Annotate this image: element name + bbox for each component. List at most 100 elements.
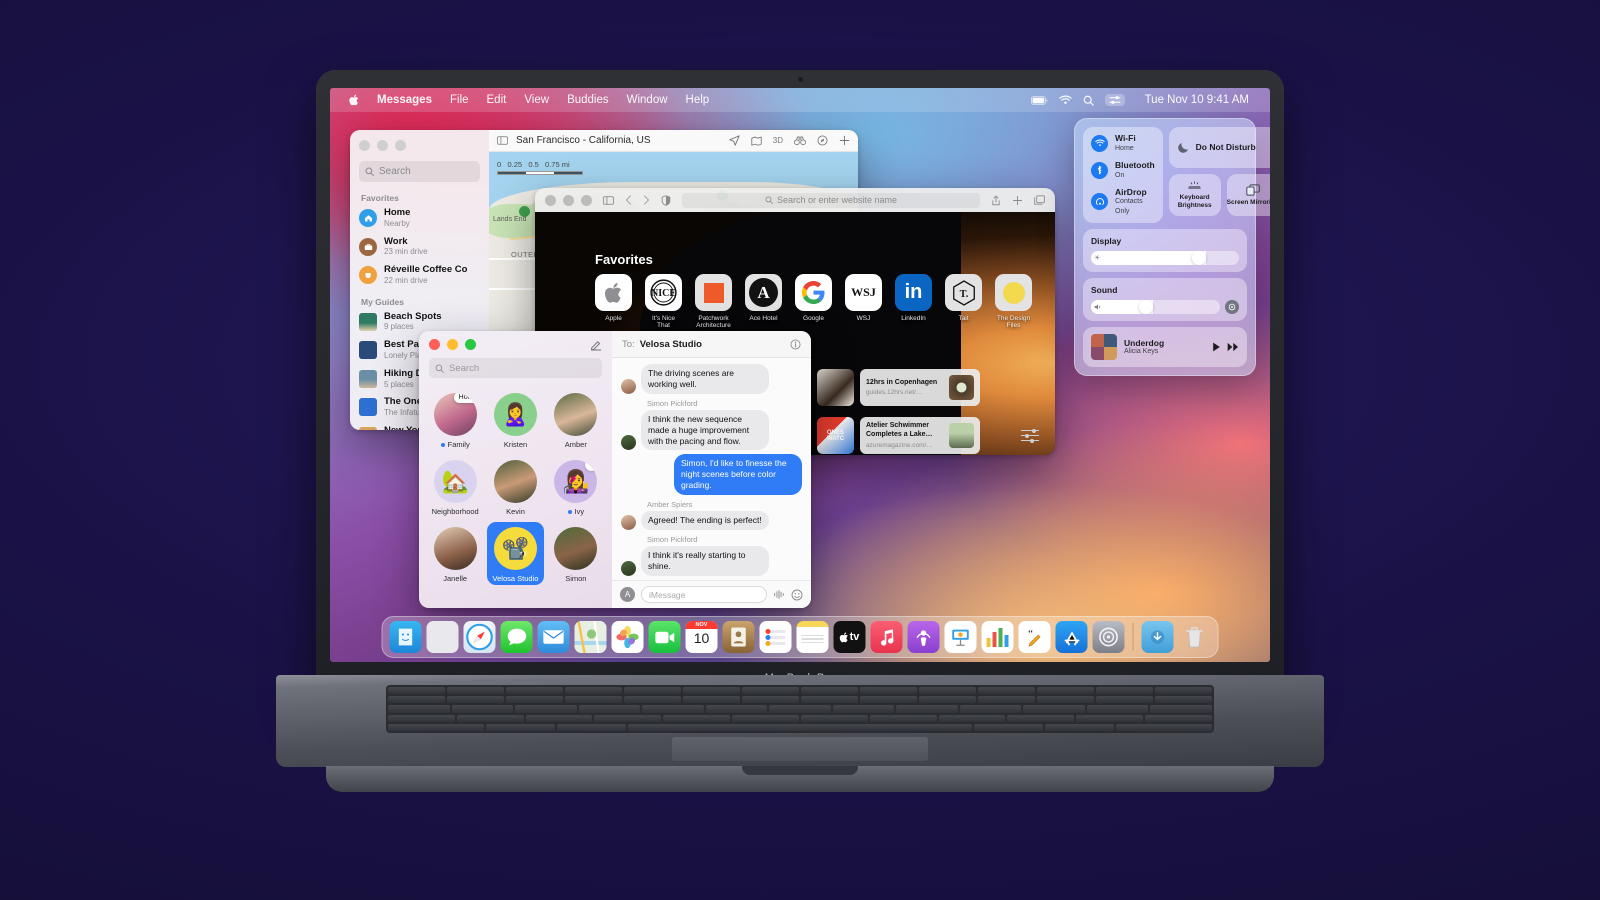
privacy-report-icon[interactable] bbox=[661, 194, 671, 206]
close-button[interactable] bbox=[429, 339, 440, 350]
sound-volume-slider[interactable] bbox=[1091, 299, 1220, 314]
message-bubble[interactable]: I think it's really starting to shine. bbox=[641, 545, 769, 576]
add-icon[interactable] bbox=[839, 135, 850, 146]
sound-slider-knob[interactable] bbox=[1138, 299, 1153, 314]
chevron-left-icon[interactable] bbox=[625, 195, 632, 205]
screen-mirroring-button[interactable]: Screen Mirroring bbox=[1226, 174, 1270, 216]
contact-kevin[interactable]: Kevin bbox=[487, 455, 543, 518]
dock-item-photos[interactable] bbox=[611, 621, 644, 653]
minimize-button[interactable] bbox=[447, 339, 458, 350]
message-bubble[interactable]: The driving scenes are working well. bbox=[641, 364, 769, 394]
sliders-icon[interactable] bbox=[1021, 428, 1039, 443]
menu-buddies[interactable]: Buddies bbox=[558, 94, 618, 106]
favorite-linkedin[interactable]: in LinkedIn bbox=[895, 274, 932, 330]
dock-item-podcasts[interactable] bbox=[907, 621, 940, 653]
dock-item-music[interactable] bbox=[870, 621, 903, 653]
dock-item-appstore[interactable] bbox=[1055, 621, 1088, 653]
dock-item-pages[interactable]: “ bbox=[1018, 621, 1051, 653]
menu-file[interactable]: File bbox=[441, 94, 478, 106]
conversation-header[interactable]: To: Velosa Studio bbox=[612, 331, 811, 358]
menu-messages[interactable]: Messages bbox=[368, 94, 441, 106]
message-input-bar[interactable]: A iMessage bbox=[612, 580, 811, 608]
contact-ivy[interactable]: 👩‍🎤 ♥ Ivy bbox=[548, 455, 604, 518]
now-playing-card[interactable]: Underdog Alicia Keys bbox=[1083, 326, 1247, 367]
play-icon[interactable] bbox=[1212, 342, 1221, 352]
message-bubble[interactable]: I think the new sequence made a huge imp… bbox=[641, 409, 769, 451]
sidebar-toggle-icon[interactable] bbox=[497, 136, 508, 145]
battery-icon[interactable] bbox=[1030, 95, 1048, 105]
zoom-button[interactable] bbox=[395, 140, 406, 151]
audio-waveform-icon[interactable] bbox=[773, 589, 785, 600]
map-mode-icon[interactable] bbox=[751, 136, 762, 146]
favorite-tait[interactable]: T. Tait bbox=[945, 274, 982, 330]
plus-icon[interactable] bbox=[1012, 195, 1023, 206]
dock-item-facetime[interactable] bbox=[648, 621, 681, 653]
dock-item-trash[interactable] bbox=[1179, 621, 1211, 653]
maps-search-input[interactable]: Search bbox=[359, 161, 480, 182]
messages-conversation[interactable]: To: Velosa Studio The driving scenes are… bbox=[612, 331, 811, 608]
show-tabs-icon[interactable] bbox=[1034, 195, 1045, 205]
imessage-input[interactable]: iMessage bbox=[641, 586, 767, 603]
app-store-icon[interactable]: A bbox=[620, 587, 635, 602]
dock-item-reminders[interactable] bbox=[759, 621, 792, 653]
zoom-button[interactable] bbox=[581, 194, 592, 206]
menu-window[interactable]: Window bbox=[618, 94, 677, 106]
do-not-disturb-toggle[interactable]: Do Not Disturb bbox=[1168, 127, 1270, 168]
dock-item-appletv[interactable]: tv bbox=[833, 621, 866, 653]
3d-icon[interactable]: 3D bbox=[773, 136, 783, 145]
message-row[interactable]: Agreed! The ending is perfect! bbox=[621, 511, 802, 530]
wifi-icon[interactable] bbox=[1058, 95, 1072, 105]
messages-sidebar[interactable]: Search Home! Family 🙎‍♀️ Kr bbox=[419, 331, 612, 608]
dock-item-maps[interactable] bbox=[574, 621, 607, 653]
conversation-recipient[interactable]: Velosa Studio bbox=[640, 339, 702, 350]
safari-address-bar[interactable]: Search or enter website name bbox=[682, 192, 980, 208]
map-pin-lands-end[interactable] bbox=[519, 206, 530, 217]
reading-list-card[interactable]: 12hrs in Copenhagen guides.12hrs.net/… bbox=[860, 369, 980, 406]
menubar-clock[interactable]: Tue Nov 10 9:41 AM bbox=[1136, 94, 1258, 106]
sidebar-toggle-icon[interactable] bbox=[603, 195, 614, 205]
maps-toolbar[interactable]: San Francisco - California, US 3D bbox=[489, 130, 858, 152]
emoji-icon[interactable] bbox=[791, 589, 803, 601]
contact-janelle[interactable]: Janelle bbox=[427, 522, 483, 585]
messages-sidebar-header[interactable] bbox=[419, 331, 612, 358]
fast-forward-icon[interactable] bbox=[1227, 342, 1239, 352]
dock-item-launchpad[interactable] bbox=[426, 621, 459, 653]
menu-bar[interactable]: Messages File Edit View Buddies Window H… bbox=[330, 88, 1270, 112]
contact-amber[interactable]: Amber bbox=[548, 388, 604, 451]
dock-item-downloads[interactable] bbox=[1141, 621, 1174, 653]
dock-item-system-preferences[interactable] bbox=[1092, 621, 1125, 653]
safari-traffic-lights[interactable] bbox=[545, 194, 592, 206]
maps-guide-beach-spots[interactable]: Beach Spots 9 places bbox=[359, 312, 480, 333]
dock-item-numbers[interactable] bbox=[981, 621, 1014, 653]
zoom-button[interactable] bbox=[465, 339, 476, 350]
dock-item-messages[interactable] bbox=[500, 621, 533, 653]
contact-simon[interactable]: Simon bbox=[548, 522, 604, 585]
close-button[interactable] bbox=[359, 140, 370, 151]
dock-item-finder[interactable] bbox=[389, 621, 422, 653]
sound-card[interactable]: Sound bbox=[1083, 277, 1247, 321]
menu-edit[interactable]: Edit bbox=[478, 94, 516, 106]
favorite-google[interactable]: Google bbox=[795, 274, 832, 330]
maps-favorite-home[interactable]: Home Nearby bbox=[359, 208, 480, 229]
messages-search-input[interactable]: Search bbox=[429, 358, 602, 378]
apple-icon[interactable] bbox=[340, 94, 368, 106]
contact-neighborhood[interactable]: 🏡 Neighborhood bbox=[427, 455, 483, 518]
favorite-wsj[interactable]: WSJ WSJ bbox=[845, 274, 882, 330]
maps-favorite-coffee[interactable]: Réveille Coffee Co 22 min drive bbox=[359, 265, 480, 286]
minimize-button[interactable] bbox=[563, 194, 574, 206]
message-row[interactable]: Simon, I'd like to finesse the night sce… bbox=[621, 454, 802, 495]
contact-kristen[interactable]: 🙎‍♀️ Kristen bbox=[487, 388, 543, 451]
favorites-grid[interactable]: Apple NICE It's Nice That Patchwork Arch… bbox=[595, 274, 1032, 330]
wifi-toggle[interactable]: Wi-Fi Home bbox=[1091, 133, 1155, 153]
message-row[interactable]: The driving scenes are working well. bbox=[621, 364, 802, 394]
close-button[interactable] bbox=[545, 194, 556, 206]
favorite-apple[interactable]: Apple bbox=[595, 274, 632, 330]
binoculars-icon[interactable] bbox=[794, 136, 806, 146]
maps-traffic-lights[interactable] bbox=[359, 140, 480, 151]
connectivity-card[interactable]: Wi-Fi Home Bluetooth On AirDrop Contacts… bbox=[1083, 127, 1163, 223]
message-thread[interactable]: The driving scenes are working well. Sim… bbox=[612, 358, 811, 580]
reading-list-item-atelier[interactable]: ONES WATC Atelier Schwimmer Completes a L… bbox=[817, 417, 980, 454]
control-center-panel[interactable]: Wi-Fi Home Bluetooth On AirDrop Contacts… bbox=[1074, 118, 1270, 376]
chevron-right-icon[interactable] bbox=[643, 195, 650, 205]
compass-icon[interactable] bbox=[817, 135, 828, 146]
